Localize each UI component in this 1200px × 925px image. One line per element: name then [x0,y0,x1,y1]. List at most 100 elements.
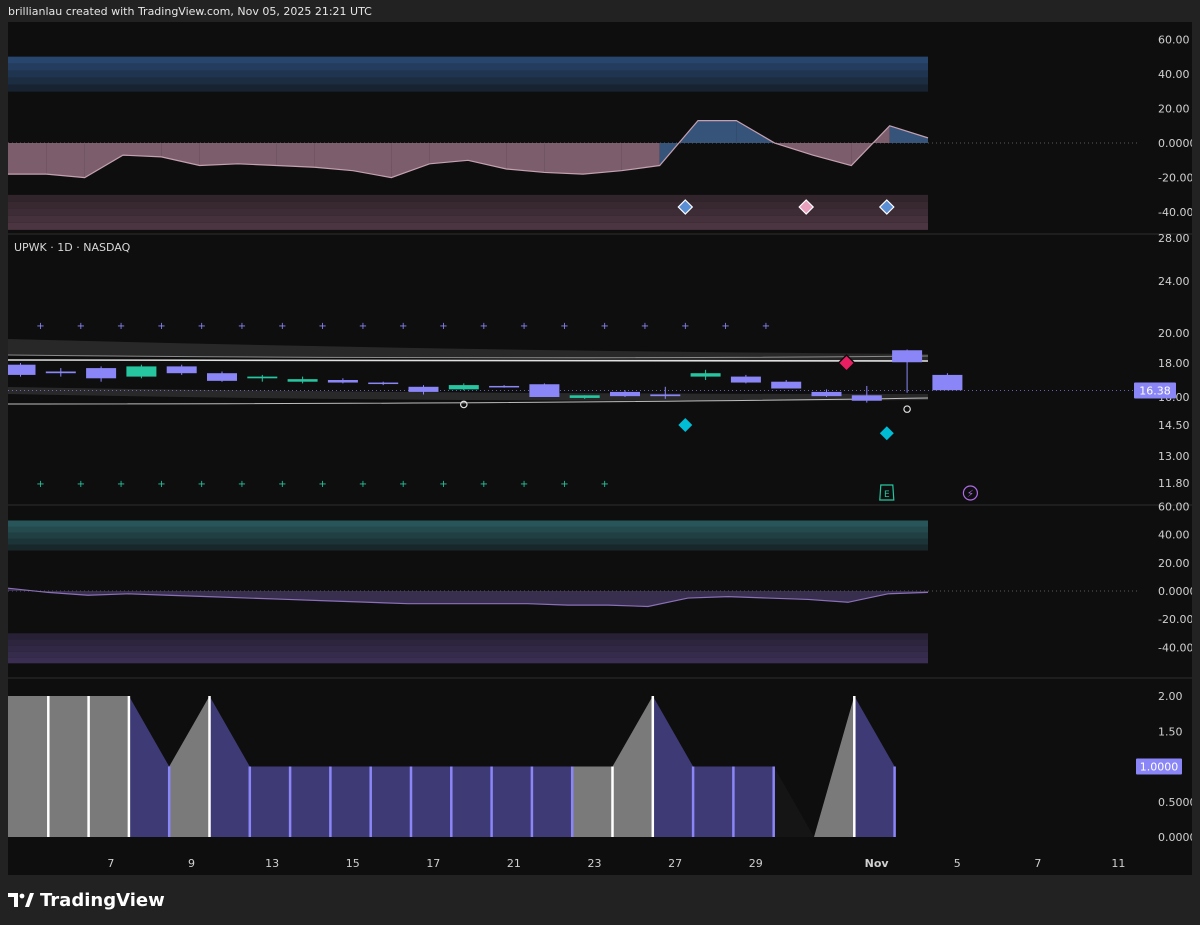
y-tick-label: 40.00 [1158,68,1190,81]
x-tick-label: 9 [188,857,195,870]
histogram-area [572,766,613,837]
plus-marker-top: + [681,321,689,332]
oversold-band [8,222,928,230]
candle-body [730,376,761,383]
plus-marker-top: + [318,321,326,332]
plus-marker-bottom: + [480,479,488,490]
candle-body [851,395,882,401]
plus-marker-top: + [721,321,729,332]
oscillator-area [46,143,85,178]
chart-svg: 60.00 40.00 20.00 0.0000 -20.00 -40.00 UPWK · … [8,33,1192,870]
candle-body [569,395,600,398]
chart-area[interactable]: 60.00 40.00 20.00 0.0000 -20.00 -40.00 UPWK · … [8,22,1192,875]
x-tick-label: 13 [265,857,279,870]
candle-body [126,366,157,377]
oscillator-area [238,143,277,166]
x-tick-label: 21 [507,857,521,870]
candle-body [408,386,439,392]
plus-marker-bottom: + [278,479,286,490]
candle-body [650,394,681,397]
plus-marker-top: + [198,321,206,332]
plus-marker-top: + [238,321,246,332]
plus-marker-top: + [762,321,770,332]
candle-body [368,382,399,385]
x-tick-label: 5 [954,857,961,870]
last-price-label: 16.38 [1139,385,1171,398]
footer: TradingView [8,884,165,916]
y-tick-label: 60.00 [1158,500,1190,513]
histogram-area [451,766,492,837]
candle-body [771,381,802,389]
candle-body [448,385,479,390]
y-tick-label: 60.00 [1158,33,1190,46]
oscillator-area [391,143,430,178]
oversold-band [8,215,928,223]
oscillator-area [314,143,353,171]
overbought-band [8,544,928,551]
histogram-area [290,766,331,837]
candle-body [932,374,963,391]
histogram-area [88,696,129,837]
x-tick-label: 29 [749,857,763,870]
candle-body [45,371,76,374]
candle-body [247,376,278,379]
candle-body [489,385,520,388]
plus-marker-top: + [480,321,488,332]
candle-body [327,380,358,383]
y-tick-label: -20.00 [1158,613,1192,626]
oscillator-area [123,143,162,157]
y-tick-label: 20.00 [1158,327,1190,340]
plus-marker-bottom: + [77,479,85,490]
histogram-area [491,766,532,837]
plus-marker-top: + [399,321,407,332]
plus-marker-bottom: + [117,479,125,490]
overbought-band [8,70,928,78]
candle-body [86,368,117,379]
reversal-circle-marker [459,400,468,409]
y-tick-label: 18.00 [1158,357,1190,370]
x-tick-label: 23 [588,857,602,870]
histogram-area [652,696,694,837]
candle-body [529,384,560,397]
y-tick-label: 0.0000 [1158,585,1192,598]
oversold-band [8,657,928,664]
oversold-band [8,194,928,202]
reversal-circle-marker [903,405,911,413]
upper-band-line [8,359,929,363]
x-tick-label: Nov [865,857,890,870]
x-tick-label: 15 [346,857,360,870]
tradingview-logo-icon [8,893,34,907]
earnings-icon-label: E [884,490,890,500]
plus-marker-top: + [117,321,125,332]
candle-body [287,379,318,382]
overbought-band [8,84,928,92]
plus-marker-top: + [601,321,609,332]
oscillator-area [276,143,315,168]
histogram-area [209,696,250,837]
y-tick-label: 28.00 [1158,232,1190,245]
plus-marker-bottom: + [359,479,367,490]
y-tick-label: 2.00 [1158,690,1183,703]
plus-marker-bottom: + [36,479,44,490]
oscillator-area [583,143,622,175]
oscillator-area [889,125,928,144]
signal-diamond [877,424,896,443]
y-tick-label: 0.5000 [1158,796,1192,809]
plus-marker-bottom: + [560,479,568,490]
oversold-band [8,651,928,658]
y-tick-label: 40.00 [1158,529,1190,542]
chart-credit: brillianlau created with TradingView.com… [8,5,372,18]
overbought-band [8,520,928,527]
plus-marker-bottom: + [318,479,326,490]
overbought-band [8,538,928,545]
overbought-band [8,526,928,533]
plus-marker-top: + [641,321,649,332]
y-tick-label: 24.00 [1158,275,1190,288]
footer-brand: TradingView [40,889,165,911]
signal-diamond [676,415,695,435]
histogram-area [249,766,291,837]
histogram-area [854,696,895,837]
upper-band-fill [8,339,928,362]
y-tick-label: -20.00 [1158,172,1192,185]
overbought-band [8,63,928,71]
